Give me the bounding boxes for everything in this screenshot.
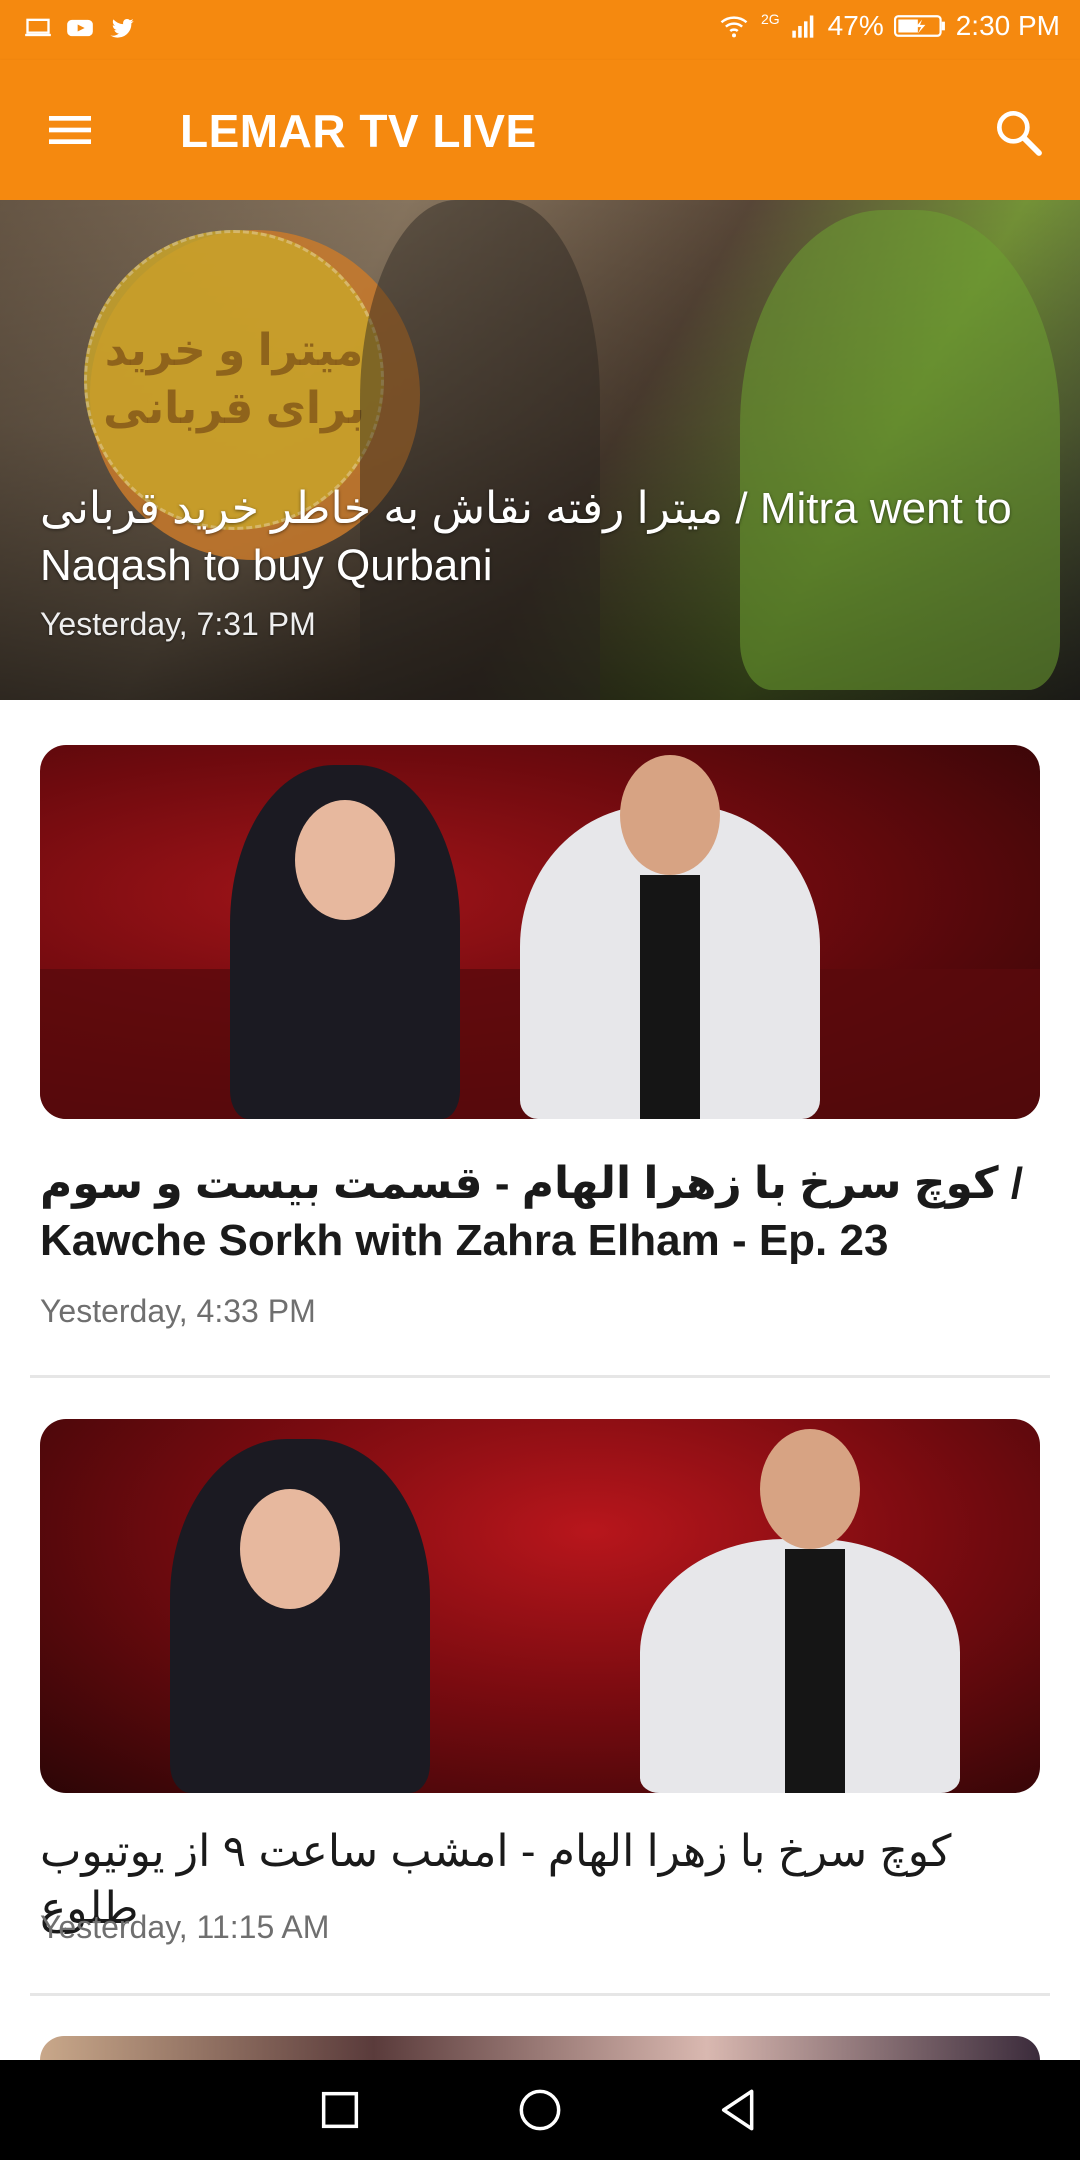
signal-icon: [792, 15, 814, 38]
battery-percent: 47%: [827, 10, 884, 41]
network-type-label: 2G: [760, 11, 780, 27]
recent-apps-icon[interactable]: [312, 2082, 368, 2138]
thumbnail-shirt: [785, 1549, 845, 1793]
thumbnail-face: [295, 800, 395, 920]
status-notification-icons: [24, 14, 136, 42]
feed-divider: [30, 1993, 1050, 1996]
video-title[interactable]: کوچ سرخ با زهرا الهام - قسمت بیست و سوم …: [40, 1155, 1040, 1269]
featured-text: میترا رفته نقاش به خاطر خرید قربانی / Mi…: [40, 480, 1040, 643]
laptop-icon: [25, 18, 51, 37]
status-bar: 2G 47% 2:30 PM: [0, 0, 1080, 60]
video-thumbnail[interactable]: [40, 1419, 1040, 1793]
back-icon[interactable]: [712, 2082, 768, 2138]
video-time: Yesterday, 11:15 AM: [40, 1909, 330, 1945]
wifi-icon: [720, 16, 748, 38]
feed-divider: [30, 1375, 1050, 1378]
hamburger-menu-icon[interactable]: [40, 102, 100, 158]
app-toolbar: LEMAR TV LIVE: [0, 60, 1080, 200]
search-icon[interactable]: [990, 104, 1046, 160]
thumbnail-face: [760, 1429, 860, 1549]
thumbnail-face: [240, 1489, 340, 1609]
video-time: Yesterday, 4:33 PM: [40, 1293, 316, 1329]
featured-video[interactable]: میترا و خرید برای قربانی میترا رفته نقاش…: [0, 200, 1080, 700]
status-time: 2:30 PM: [955, 10, 1060, 41]
youtube-icon: [67, 19, 93, 37]
video-thumbnail[interactable]: [40, 745, 1040, 1119]
home-icon[interactable]: [512, 2082, 568, 2138]
app-title: LEMAR TV LIVE: [180, 105, 537, 157]
twitter-icon: [110, 19, 134, 38]
thumbnail-face: [620, 755, 720, 875]
status-system-indicators: 2G 47% 2:30 PM: [717, 10, 1060, 42]
system-navigation-bar: [0, 2060, 1080, 2160]
next-video-thumbnail-peek[interactable]: [40, 2036, 1040, 2060]
thumbnail-shirt: [640, 875, 700, 1119]
battery-icon: [893, 15, 945, 37]
featured-time: Yesterday, 7:31 PM: [40, 606, 316, 642]
featured-title: میترا رفته نقاش به خاطر خرید قربانی / Mi…: [40, 484, 1012, 590]
